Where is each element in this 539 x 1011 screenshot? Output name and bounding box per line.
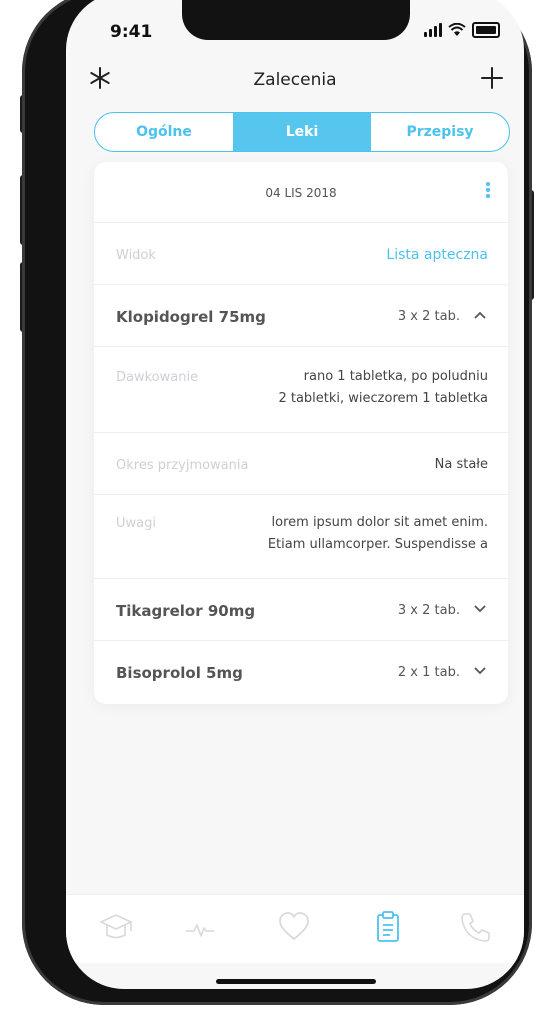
phone-icon[interactable] — [458, 909, 494, 945]
dosage-line-1: rano 1 tabletka, po poludniu — [303, 369, 488, 384]
heart-icon[interactable] — [276, 909, 312, 945]
drug-name: Klopidogrel 75mg — [116, 308, 266, 326]
graduation-cap-icon[interactable] — [98, 909, 134, 945]
wifi-icon — [448, 23, 466, 36]
drug-row-bisoprolol[interactable]: Bisoprolol 5mg 2 x 1 tab. — [94, 640, 508, 702]
segmented-tabs: Ogólne Leki Przepisy — [94, 112, 510, 152]
dosage-label: Dawkowanie — [116, 370, 199, 385]
chevron-down-icon[interactable] — [474, 602, 486, 616]
bottom-tab-bar — [66, 894, 524, 963]
more-options-icon[interactable] — [482, 180, 494, 204]
drug-row-klopidogrel[interactable]: Klopidogrel 75mg 3 x 2 tab. — [94, 284, 508, 347]
signal-icon — [424, 23, 442, 37]
notes-line-2: Etiam ullamcorper. Suspendisse a — [267, 537, 488, 552]
chevron-up-icon[interactable] — [474, 308, 486, 322]
tab-ogolne[interactable]: Ogólne — [95, 113, 233, 151]
period-row: Okres przyjmowania Na stałe — [94, 432, 508, 495]
notes-line-1: lorem ipsum dolor sit amet enim. — [271, 515, 488, 530]
notes-value: lorem ipsum dolor sit amet enim. Etiam u… — [268, 512, 488, 556]
view-label: Widok — [116, 248, 156, 263]
notch — [182, 0, 410, 40]
notes-label: Uwagi — [116, 516, 156, 531]
drug-dose: 3 x 2 tab. — [397, 309, 460, 324]
period-label: Okres przyjmowania — [116, 458, 249, 473]
period-value: Na stałe — [434, 457, 488, 472]
tab-przepisy[interactable]: Przepisy — [371, 113, 509, 151]
date-row: 04 LIS 2018 — [94, 162, 508, 223]
drug-dose: 3 x 2 tab. — [397, 603, 460, 618]
status-time: 9:41 — [110, 22, 153, 42]
drug-dose: 2 x 1 tab. — [397, 665, 460, 680]
view-row: Widok Lista apteczna — [94, 222, 508, 285]
dosage-line-2: 2 tabletki, wieczorem 1 tabletka — [278, 391, 488, 406]
clipboard-icon[interactable] — [370, 909, 406, 945]
phone-frame: 9:41 Zalecenia Ogólne Leki Przepisy 04 L… — [22, 0, 532, 1005]
drug-name: Tikagrelor 90mg — [116, 602, 256, 620]
screen: 9:41 Zalecenia Ogólne Leki Przepisy 04 L… — [66, 0, 524, 989]
page-title: Zalecenia — [253, 70, 337, 90]
battery-icon — [472, 22, 500, 38]
drug-row-tikagrelor[interactable]: Tikagrelor 90mg 3 x 2 tab. — [94, 578, 508, 641]
prescription-card: 04 LIS 2018 Widok Lista apteczna Klopido… — [94, 162, 508, 704]
status-icons — [424, 22, 500, 38]
chevron-down-icon[interactable] — [474, 664, 486, 678]
date-label: 04 LIS 2018 — [265, 186, 337, 200]
drug-name: Bisoprolol 5mg — [116, 664, 243, 682]
heartbeat-icon[interactable] — [182, 909, 218, 945]
notes-row: Uwagi lorem ipsum dolor sit amet enim. E… — [94, 494, 508, 579]
pharmacy-list-link[interactable]: Lista apteczna — [386, 247, 488, 263]
dosage-row: Dawkowanie rano 1 tabletka, po poludniu … — [94, 346, 508, 433]
dosage-value: rano 1 tabletka, po poludniu 2 tabletki,… — [278, 366, 488, 410]
tab-leki[interactable]: Leki — [233, 113, 371, 151]
header: Zalecenia — [66, 58, 524, 102]
plus-icon[interactable] — [476, 62, 508, 94]
home-indicator[interactable] — [216, 979, 376, 984]
